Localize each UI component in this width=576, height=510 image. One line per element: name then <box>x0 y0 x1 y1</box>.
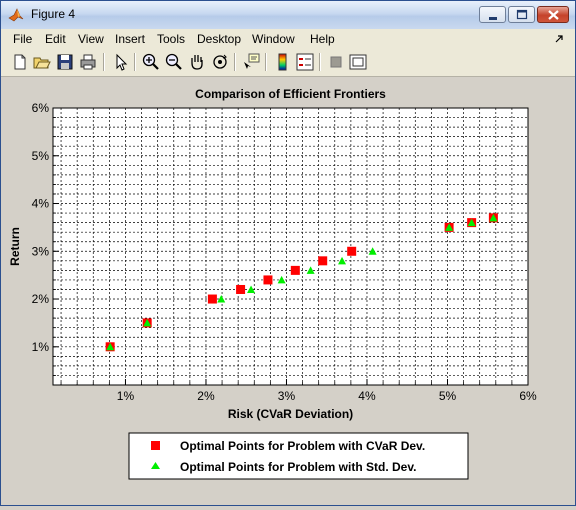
new-figure-icon[interactable] <box>10 52 30 72</box>
cvar-point <box>290 265 300 275</box>
legend-label-cvar: Optimal Points for Problem with CVaR Dev… <box>180 439 425 453</box>
legend-marker-cvar <box>151 441 160 450</box>
zoom-in-icon[interactable] <box>141 52 161 72</box>
print-icon[interactable] <box>78 52 98 72</box>
close-icon <box>548 10 559 20</box>
x-tick-label: 2% <box>197 389 215 403</box>
open-file-icon[interactable] <box>32 52 52 72</box>
cvar-point <box>236 284 246 294</box>
minimize-button[interactable] <box>479 6 506 23</box>
close-button[interactable] <box>537 6 569 23</box>
y-axis-label: Return <box>8 227 22 266</box>
cvar-point <box>318 256 328 266</box>
menu-insert[interactable]: Insert <box>115 32 145 46</box>
colorbar-icon[interactable] <box>273 52 293 72</box>
y-tick-label: 3% <box>32 244 50 258</box>
title-bar[interactable]: Figure 4 <box>1 1 575 29</box>
rotate-3d-icon[interactable] <box>210 52 230 72</box>
menu-tools[interactable]: Tools <box>157 32 185 46</box>
y-tick-label: 4% <box>32 197 50 211</box>
x-tick-label: 1% <box>117 389 135 403</box>
menu-file[interactable]: File <box>13 32 32 46</box>
toolbar-separator <box>103 53 105 71</box>
menu-desktop[interactable]: Desktop <box>197 32 241 46</box>
figure-window: Figure 4 File Edit View Insert Tools Des… <box>0 0 576 506</box>
chart: 1% 2% 3% 4% 5% 6% 1% 2% 3% 4% 5% 6% Comparison of E… <box>8 87 537 480</box>
menu-bar: File Edit View Insert Tools Desktop Wind… <box>1 29 575 49</box>
cvar-point <box>263 275 273 285</box>
menu-help[interactable]: Help <box>310 32 335 46</box>
x-tick-label: 5% <box>439 389 457 403</box>
y-tick-label: 2% <box>32 292 50 306</box>
figure-toolbar <box>1 49 575 77</box>
toolbar-separator <box>265 53 267 71</box>
save-icon[interactable] <box>55 52 75 72</box>
show-plot-tools-icon[interactable] <box>348 52 368 72</box>
hide-plot-tools-icon[interactable] <box>326 52 346 72</box>
legend-label-std: Optimal Points for Problem with Std. Dev… <box>180 460 416 474</box>
cvar-point <box>207 294 217 304</box>
chart-title: Comparison of Efficient Frontiers <box>195 87 386 101</box>
dock-arrow-icon[interactable] <box>555 34 565 44</box>
cvar-point <box>347 246 357 256</box>
menu-window[interactable]: Window <box>252 32 295 46</box>
data-cursor-icon[interactable] <box>241 52 261 72</box>
edit-plot-arrow-icon[interactable] <box>111 52 131 72</box>
figure-canvas: 1% 2% 3% 4% 5% 6% 1% 2% 3% 4% 5% 6% Comparison of E… <box>1 77 575 505</box>
window-title: Figure 4 <box>31 7 76 21</box>
maximize-icon <box>516 9 528 20</box>
x-tick-label: 6% <box>519 389 537 403</box>
legend-icon[interactable] <box>295 52 315 72</box>
maximize-button[interactable] <box>508 6 535 23</box>
pan-hand-icon[interactable] <box>187 52 207 72</box>
x-tick-label: 4% <box>358 389 376 403</box>
y-tick-label: 5% <box>32 149 50 163</box>
matlab-logo-icon <box>8 8 24 22</box>
x-tick-label: 3% <box>278 389 296 403</box>
x-axis-label: Risk (CVaR Deviation) <box>228 407 353 421</box>
toolbar-separator <box>134 53 136 71</box>
legend[interactable]: Optimal Points for Problem with CVaR Dev… <box>128 432 469 480</box>
y-tick-label: 6% <box>32 101 50 115</box>
menu-view[interactable]: View <box>78 32 104 46</box>
toolbar-separator <box>234 53 236 71</box>
y-tick-label: 1% <box>32 340 50 354</box>
menu-edit[interactable]: Edit <box>45 32 66 46</box>
minimize-icon <box>489 17 497 20</box>
toolbar-separator <box>319 53 321 71</box>
zoom-out-icon[interactable] <box>164 52 184 72</box>
plot-area <box>53 108 528 385</box>
